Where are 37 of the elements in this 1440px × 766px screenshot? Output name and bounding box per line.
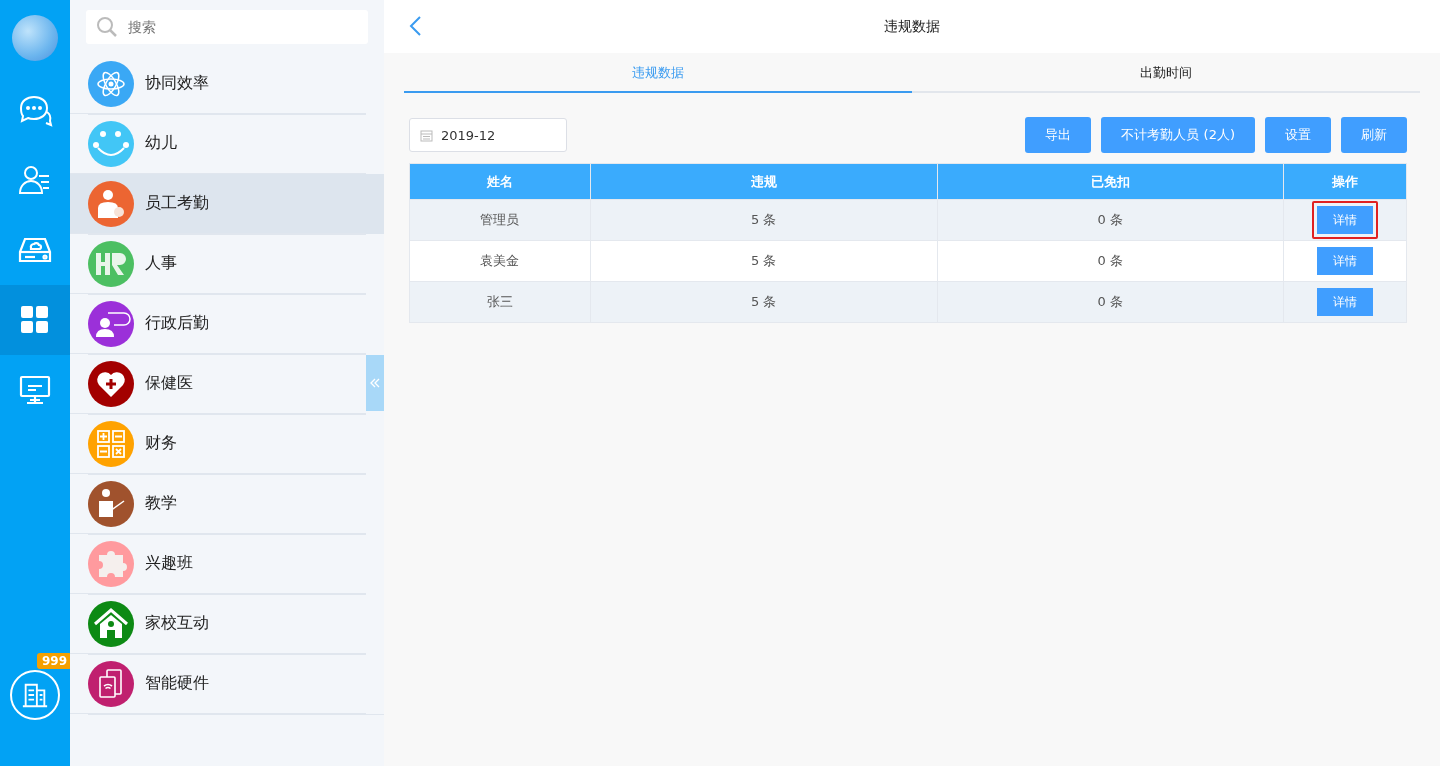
sidebar-item[interactable]: 财务 <box>70 414 366 474</box>
apps-nav-button[interactable] <box>0 285 70 355</box>
column-header: 操作 <box>1283 163 1407 200</box>
column-header: 姓名 <box>409 163 591 200</box>
sidebar-item[interactable]: 智能硬件 <box>70 654 366 714</box>
column-header: 违规 <box>590 163 938 200</box>
tab[interactable]: 出勤时间 <box>912 55 1420 93</box>
sidebar-item[interactable]: 人事 <box>70 234 366 294</box>
page-title: 违规数据 <box>884 17 940 36</box>
sidebar-item[interactable]: 保健医 <box>70 354 366 414</box>
double-chevron-left-icon <box>369 377 381 389</box>
table-cell: 0 条 <box>937 240 1284 282</box>
table-cell: 5 条 <box>590 281 938 323</box>
sidebar-item[interactable]: 兴趣班 <box>70 534 366 594</box>
search-field[interactable]: 搜索 <box>126 18 358 36</box>
search-icon <box>96 16 118 38</box>
company-button[interactable] <box>10 670 60 720</box>
table-cell: 5 条 <box>590 199 938 241</box>
notification-badge: 999 <box>36 653 72 669</box>
column-header: 已免扣 <box>937 163 1284 200</box>
avatar[interactable] <box>12 15 58 61</box>
table-cell: 管理员 <box>409 199 591 241</box>
table-cell: 袁美金 <box>409 240 591 282</box>
table-cell: 5 条 <box>590 240 938 282</box>
sidebar-item[interactable]: 幼儿 <box>70 114 366 174</box>
sidebar-item[interactable]: 行政后勤 <box>70 294 366 354</box>
date-picker[interactable]: 2019-12 <box>409 118 567 152</box>
table-cell: 0 条 <box>937 281 1284 323</box>
sidebar-item[interactable]: 协同效率 <box>70 54 366 114</box>
calendar-icon <box>420 128 433 142</box>
sidebar-item[interactable]: 教学 <box>70 474 366 534</box>
search-box[interactable]: 搜索 <box>86 10 368 44</box>
date-field[interactable]: 2019-12 <box>439 126 543 144</box>
building-icon <box>21 681 49 709</box>
table-cell: 张三 <box>409 281 591 323</box>
sidebar-item[interactable]: 家校互动 <box>70 594 366 654</box>
table-cell: 0 条 <box>937 199 1284 241</box>
